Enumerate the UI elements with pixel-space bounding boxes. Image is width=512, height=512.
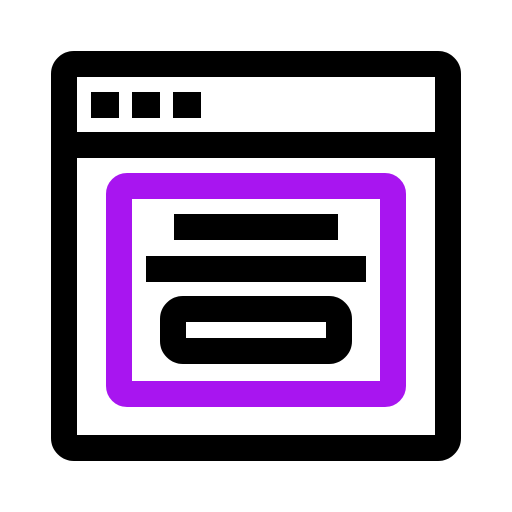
icon-canvas [0, 0, 512, 512]
popup-text-line-long [146, 256, 366, 282]
popup-text-line-short [174, 214, 338, 240]
popup-button [160, 296, 352, 364]
title-bar-divider [64, 132, 448, 158]
title-bar-dot-1 [91, 92, 119, 118]
title-bar-dot-2 [132, 92, 160, 118]
browser-window-popup-icon [51, 51, 461, 461]
title-bar-dot-3 [173, 92, 201, 118]
